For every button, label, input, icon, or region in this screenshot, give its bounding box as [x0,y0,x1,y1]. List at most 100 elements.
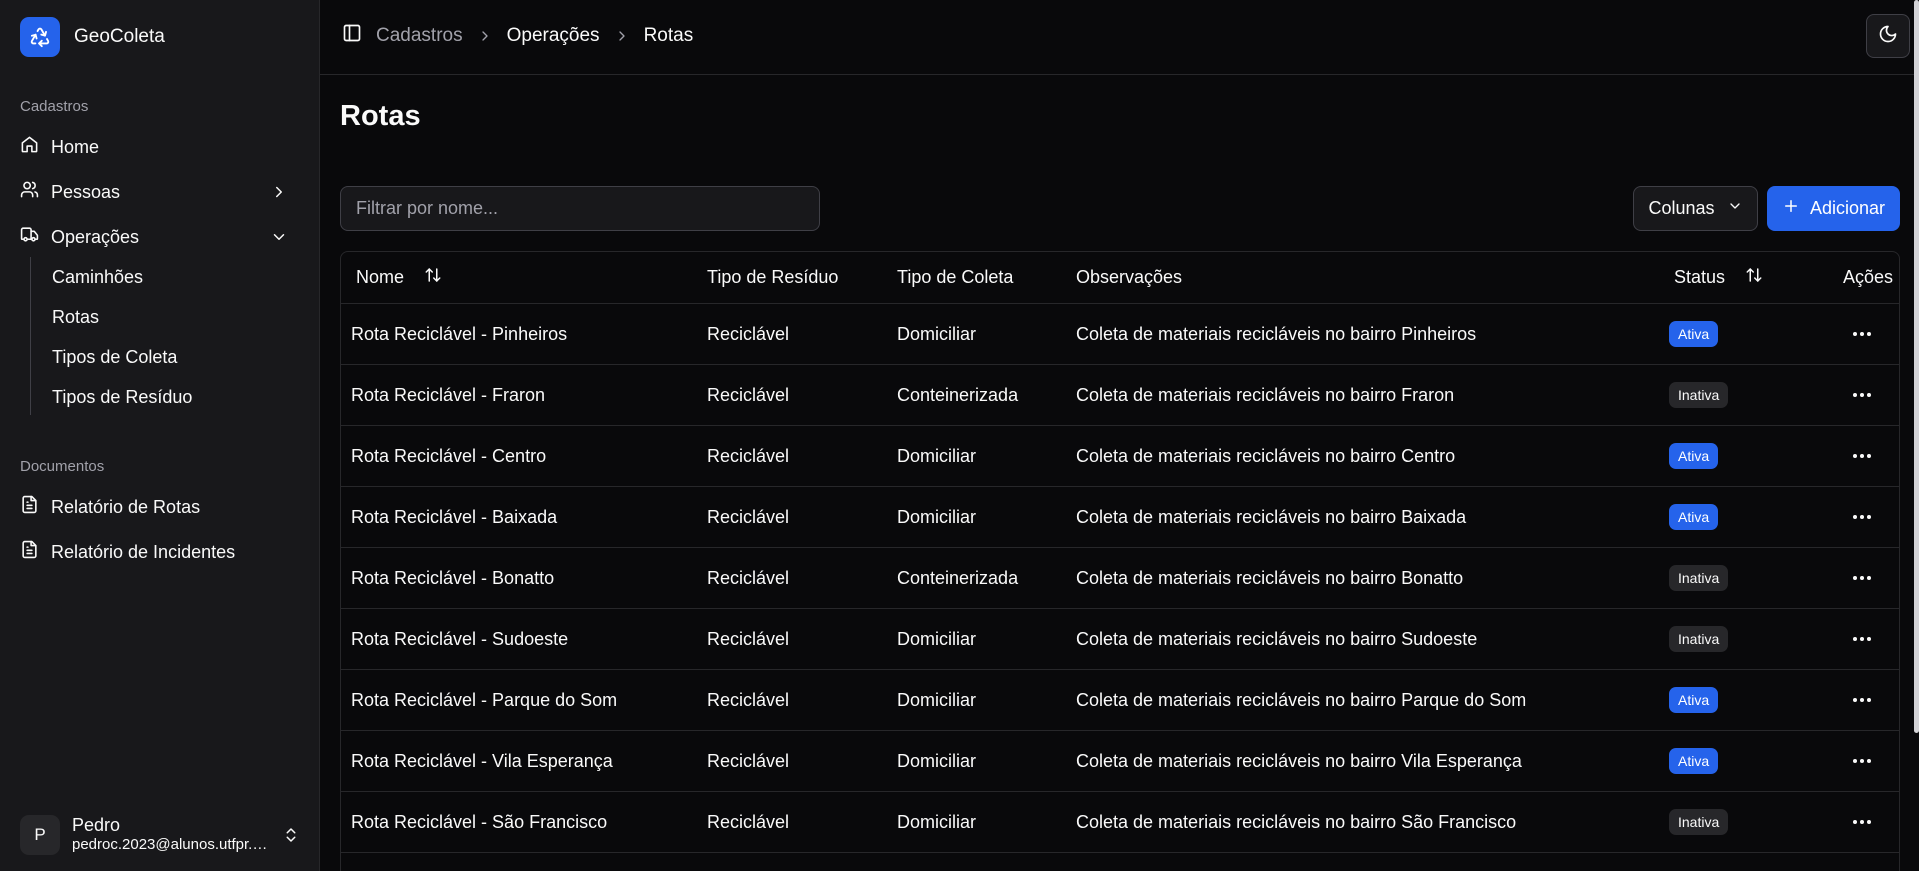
cell-observacoes: Coleta de materiais recicláveis no bairr… [1076,567,1464,588]
chevron-right-icon [477,28,493,44]
table-header-row: Nome Tipo de Resíduo Tipo de Coleta Obse… [341,252,1899,304]
cell-status: Inativa [1669,548,1729,608]
row-actions-button[interactable] [1853,426,1871,486]
column-header-label: Nome [356,267,405,287]
row-actions-button[interactable] [1853,487,1871,547]
cell-tipo-coleta: Domiciliar [897,506,977,527]
row-actions-button[interactable] [1853,792,1871,852]
more-horizontal-icon [1853,698,1871,702]
columns-button[interactable]: Colunas [1633,186,1758,231]
row-actions-button[interactable] [1853,365,1871,425]
cell-nome: Rota Reciclável - Sudoeste [351,628,569,649]
cell-tipo-coleta: Domiciliar [897,689,977,710]
sidebar-item-label: Pessoas [51,181,121,202]
more-horizontal-icon [1853,759,1871,763]
cell-observacoes: Coleta de materiais recicláveis no bairr… [1076,750,1522,771]
cell-observacoes: Coleta de materiais recicláveis no bairr… [1076,445,1456,466]
column-header-nome[interactable]: Nome [356,252,442,303]
truck-icon [20,225,39,249]
row-actions-button[interactable] [1853,670,1871,730]
brand[interactable]: GeoColeta [20,17,165,57]
cell-status: Inativa [1669,792,1729,852]
table-row[interactable]: Rota Reciclável - São Francisco Recicláve… [341,792,1899,853]
row-actions-button[interactable] [1853,304,1871,364]
status-badge: Ativa [1669,321,1719,347]
cell-tipo-residuo: Reciclável [707,323,790,344]
table-row[interactable]: Rota Reciclável - Vila Esperança Recicláv… [341,731,1899,792]
cell-status: Ativa [1669,670,1719,730]
recycle-icon [20,17,60,57]
sort-icon[interactable] [1745,266,1763,289]
status-badge: Inativa [1669,565,1729,591]
table-row[interactable]: Rota Reciclável - Parque do Som Recicláve… [341,670,1899,731]
sidebar-subitem-tipos-de-coleta[interactable]: Tipos de Coleta [52,342,177,372]
cell-nome: Rota Reciclável - Bonatto [351,567,555,588]
cell-tipo-residuo: Reciclável [707,811,790,832]
subnav-operacoes: Caminhões Rotas Tipos de Coleta Tipos de… [30,257,300,415]
row-actions-button[interactable] [1853,548,1871,608]
row-actions-button[interactable] [1853,731,1871,791]
cell-tipo-coleta: Domiciliar [897,628,977,649]
cell-tipo-coleta: Domiciliar [897,811,977,832]
breadcrumb-rotas: Rotas [643,25,694,46]
cell-tipo-coleta: Conteinerizada [897,567,1019,588]
cell-tipo-residuo: Reciclável [707,445,790,466]
cell-tipo-coleta: Domiciliar [897,445,977,466]
table-row[interactable]: Rota Reciclável - Fraron Reciclável Contei… [341,365,1899,426]
table-row[interactable]: Rota Reciclável - Baixada Reciclável Domic… [341,487,1899,548]
status-badge: Inativa [1669,626,1729,652]
user-name: Pedro [72,815,121,835]
file-text-icon [20,495,39,519]
column-header-label: Status [1674,267,1726,287]
sidebar-subitem-rotas[interactable]: Rotas [52,302,99,332]
more-horizontal-icon [1853,637,1871,641]
sidebar: GeoColeta Cadastros Home Pessoas Operaçõ… [0,0,320,871]
user-menu[interactable]: P Pedro pedroc.2023@alunos.utfpr.edu.br [20,815,300,855]
breadcrumb: Cadastros Operações Rotas [342,23,693,49]
sort-icon[interactable] [424,266,442,289]
sidebar-item-relatorio-de-incidentes[interactable]: Relatório de Incidentes [10,533,306,571]
moon-icon [1878,24,1898,49]
app-name: GeoColeta [74,26,165,47]
table-row[interactable]: Rota Reciclável - Bonatto Reciclável Conte… [341,548,1899,609]
sidebar-item-label: Home [51,136,100,157]
sidebar-item-relatorio-de-rotas[interactable]: Relatório de Rotas [10,488,306,526]
cell-nome: Rota Reciclável - Parque do Som [351,689,618,710]
cell-nome: Rota Reciclável - São Francisco [351,811,608,832]
sidebar-subitem-caminhoes[interactable]: Caminhões [52,262,143,292]
filter-name-input[interactable] [340,186,820,231]
sidebar-toggle-icon[interactable] [342,23,362,49]
add-button[interactable]: Adicionar [1767,186,1900,231]
chevron-right-icon [614,28,630,44]
column-header-observacoes: Observações [1076,267,1183,287]
breadcrumb-cadastros[interactable]: Cadastros [376,25,463,47]
column-header-tipo-residuo: Tipo de Resíduo [707,267,839,287]
table-row[interactable]: Rota Reciclável - Centro Reciclável Domici… [341,426,1899,487]
users-icon [20,180,39,204]
more-horizontal-icon [1853,332,1871,336]
row-actions-button[interactable] [1853,609,1871,669]
table-row[interactable]: Rota Reciclável - Pinheiros Reciclável Dom… [341,304,1899,365]
chevron-right-icon [270,183,288,206]
scrollbar[interactable] [1914,0,1919,733]
home-icon [20,135,39,159]
breadcrumb-operacoes[interactable]: Operações [507,25,600,47]
cell-tipo-coleta: Domiciliar [897,750,977,771]
sidebar-item-operacoes[interactable]: Operações [10,218,306,256]
chevron-down-icon [1727,198,1743,219]
sidebar-item-pessoas[interactable]: Pessoas [10,173,306,211]
group-label-cadastros: Cadastros [20,98,89,115]
status-badge: Ativa [1669,504,1719,530]
status-badge: Ativa [1669,748,1719,774]
column-header-status[interactable]: Status [1674,252,1763,303]
plus-icon [1782,197,1800,220]
cell-status: Ativa [1669,487,1719,547]
chevrons-up-down-icon [282,826,300,849]
column-header-tipo-coleta: Tipo de Coleta [897,267,1014,287]
cell-tipo-residuo: Reciclável [707,750,790,771]
theme-toggle-button[interactable] [1866,14,1910,58]
sidebar-subitem-tipos-de-residuo[interactable]: Tipos de Resíduo [52,382,192,412]
cell-observacoes: Coleta de materiais recicláveis no bairr… [1076,628,1478,649]
table-row[interactable]: Rota Reciclável - Sudoeste Reciclável Domi… [341,609,1899,670]
sidebar-item-home[interactable]: Home [10,128,306,166]
